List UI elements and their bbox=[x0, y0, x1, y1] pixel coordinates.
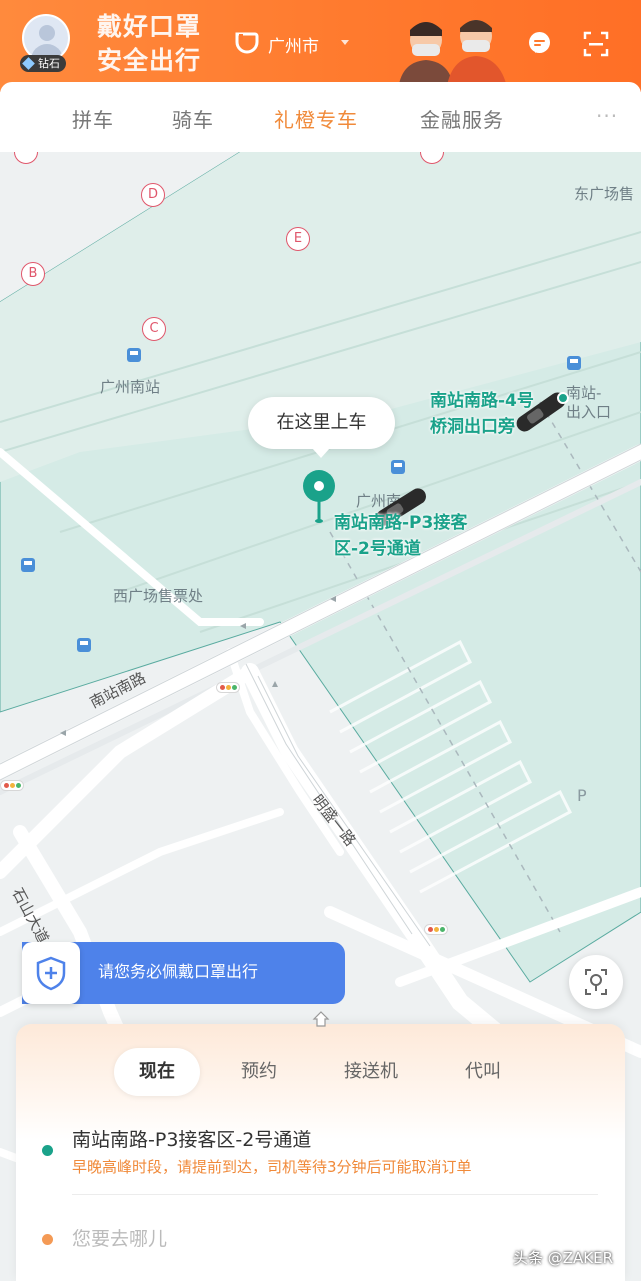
pickup-pin-icon[interactable] bbox=[300, 468, 338, 528]
shield-icon bbox=[36, 956, 66, 991]
mode-call-for-others[interactable]: 代叫 bbox=[454, 1048, 512, 1096]
chevron-down-icon[interactable] bbox=[341, 40, 349, 45]
alt-pickup-point-label[interactable]: 南站南路-4号 桥洞出口旁 bbox=[430, 388, 534, 440]
divider bbox=[72, 1194, 598, 1195]
parking-marker: P bbox=[577, 786, 587, 805]
banner-slogan: 戴好口罩 安全出行 bbox=[97, 10, 201, 78]
gate-marker-c[interactable]: C bbox=[142, 317, 166, 341]
didi-logo-icon bbox=[235, 32, 259, 54]
label-west-square-ticket: 西广场售票处 bbox=[113, 587, 204, 605]
traffic-light-icon bbox=[424, 924, 448, 935]
slogan-line-2: 安全出行 bbox=[97, 46, 202, 75]
masked-people-illustration bbox=[398, 20, 508, 92]
pickup-point-label[interactable]: 南站南路-P3接客 区-2号通道 bbox=[334, 510, 467, 562]
bus-stop-icon bbox=[21, 558, 35, 572]
tier-badge-label: 钻石 bbox=[38, 57, 60, 70]
city-selector[interactable]: 广州市 bbox=[268, 32, 319, 57]
mask-notice[interactable]: 请您务必佩戴口罩出行 bbox=[22, 942, 345, 1004]
tier-badge: 钻石 bbox=[20, 55, 66, 72]
origin-hint: 早晚高峰时段，请提前到达，司机等待3分钟后可能取消订单 bbox=[72, 1158, 472, 1176]
booking-mode-tabs: 现在 预约 接送机 代叫 bbox=[16, 1048, 625, 1098]
notice-shield bbox=[22, 942, 80, 1004]
mode-airport[interactable]: 接送机 bbox=[334, 1048, 408, 1096]
ride-type-tabs: 拼车 骑车 礼橙专车 金融服务 ··· bbox=[0, 82, 641, 152]
bus-stop-icon bbox=[77, 638, 91, 652]
booking-card: 现在 预约 接送机 代叫 南站南路-P3接客区-2号通道 早晚高峰时段，请提前到… bbox=[16, 1011, 625, 1281]
slogan-line-1: 戴好口罩 bbox=[97, 12, 202, 41]
pickup-tooltip[interactable]: 在这里上车 bbox=[248, 397, 395, 458]
watermark: 头条 @ZAKER bbox=[513, 1249, 614, 1267]
avatar-head bbox=[39, 25, 55, 41]
home-marker-icon bbox=[312, 1011, 330, 1027]
more-icon[interactable]: ··· bbox=[596, 104, 618, 128]
locate-button[interactable] bbox=[569, 955, 623, 1009]
promo-banner: 钻石 戴好口罩 安全出行 广州市 bbox=[0, 0, 641, 92]
gate-marker-b[interactable]: B bbox=[21, 262, 45, 286]
mode-reserve[interactable]: 预约 bbox=[230, 1048, 288, 1096]
alt-pickup-dot[interactable] bbox=[557, 392, 569, 404]
mode-now[interactable]: 现在 bbox=[114, 1048, 200, 1096]
destination-input[interactable] bbox=[72, 1224, 452, 1254]
label-station-exit: 南站- 出入口 bbox=[566, 384, 612, 421]
traffic-light-icon bbox=[0, 780, 24, 791]
bus-stop-icon bbox=[391, 460, 405, 474]
tab-finance[interactable]: 金融服务 bbox=[420, 104, 504, 133]
traffic-light-icon bbox=[216, 682, 240, 693]
tab-premier[interactable]: 礼橙专车 bbox=[274, 104, 358, 133]
message-icon[interactable] bbox=[527, 31, 552, 56]
label-east-square: 东广场售 bbox=[574, 185, 635, 203]
scan-icon[interactable] bbox=[583, 31, 609, 57]
tab-bike[interactable]: 骑车 bbox=[172, 104, 214, 133]
destination-dot-icon bbox=[42, 1234, 53, 1245]
label-guangzhou-south: 广州南站 bbox=[100, 378, 161, 396]
tab-carpool[interactable]: 拼车 bbox=[72, 104, 114, 133]
diamond-icon bbox=[22, 57, 35, 70]
locate-icon bbox=[585, 969, 607, 995]
gate-marker-e[interactable]: E bbox=[286, 227, 310, 251]
bus-stop-icon bbox=[567, 356, 581, 370]
bus-stop-icon bbox=[127, 348, 141, 362]
origin-field[interactable]: 南站南路-P3接客区-2号通道 bbox=[72, 1125, 311, 1152]
gate-marker-d[interactable]: D bbox=[141, 183, 165, 207]
notice-text: 请您务必佩戴口罩出行 bbox=[98, 962, 259, 981]
origin-dot-icon bbox=[42, 1145, 53, 1156]
